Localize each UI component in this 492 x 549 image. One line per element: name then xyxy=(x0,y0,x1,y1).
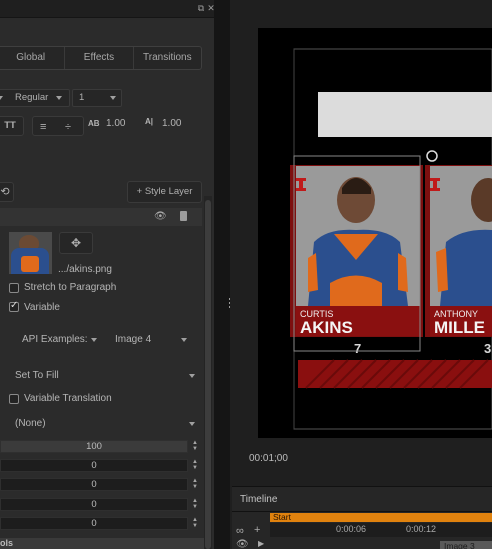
text-transform-value: TT xyxy=(4,120,16,131)
leading-value[interactable]: 1.00 xyxy=(162,118,181,130)
translation-select-value[interactable]: (None) xyxy=(15,418,46,430)
api-examples-label: API Examples: xyxy=(22,334,88,345)
move-icon[interactable]: ✥ xyxy=(59,232,93,254)
player1-number: 7 xyxy=(354,341,361,356)
player2-number: 3 xyxy=(484,341,491,356)
checkmark-icon: ✓ xyxy=(10,300,19,311)
link-icon[interactable]: ∞ xyxy=(236,525,244,537)
timeline-panel: Timeline Start ∞ + 0:00:06 0:00:12 👁 ▶ I… xyxy=(232,486,492,549)
player2-last-name: MILLE xyxy=(434,318,485,337)
timeline-title: Timeline xyxy=(240,494,278,505)
ruler-tick: 0:00:06 xyxy=(336,524,367,534)
chevron-down-icon xyxy=(56,96,62,100)
chevron-down-icon xyxy=(0,96,3,100)
chevron-down-icon[interactable] xyxy=(189,374,195,378)
image-thumbnail[interactable] xyxy=(9,232,52,274)
close-icon[interactable]: ✕ xyxy=(206,3,214,13)
tab-bar: Global Effects Transitions xyxy=(0,46,202,70)
tab-global[interactable]: Global xyxy=(0,47,66,69)
timeline-divider xyxy=(232,511,492,512)
numeric-field-3[interactable]: 0 xyxy=(0,498,188,511)
add-style-layer-label: + Style Layer xyxy=(136,186,193,197)
ruler-tick: 0:00:12 xyxy=(406,524,437,534)
maximize-icon[interactable]: ⧉ xyxy=(196,3,206,13)
variable-translation-label: Variable Translation xyxy=(24,393,112,404)
api-image-value[interactable]: Image 4 xyxy=(115,334,151,346)
stretch-label: Stretch to Paragraph xyxy=(24,282,117,293)
timecode-display: 00:01;00 xyxy=(249,453,288,464)
title-bar-graphic xyxy=(318,92,492,137)
chevron-down-icon[interactable] xyxy=(189,422,195,426)
y-stepper[interactable]: ▲ ▼ xyxy=(191,478,199,491)
player1-last-name: AKINS xyxy=(300,318,353,337)
tracking-icon: AB xyxy=(88,119,100,128)
properties-panel: ⧉ ✕ Global Effects Transitions Regular 1… xyxy=(0,0,214,549)
font-size-value: 1 xyxy=(79,92,85,103)
scale-field[interactable]: 100 xyxy=(0,440,188,453)
scrollbar-thumb[interactable] xyxy=(205,200,211,549)
eye-icon[interactable]: 👁 xyxy=(154,211,167,222)
start-marker[interactable]: Start xyxy=(270,513,492,522)
chevron-down-icon[interactable] xyxy=(181,338,187,342)
align-left-icon[interactable]: ≡ xyxy=(40,119,46,135)
rotate-handle-icon xyxy=(426,150,438,162)
font-weight-value: Regular xyxy=(15,92,49,103)
scale-stepper[interactable]: ▲ ▼ xyxy=(191,440,199,453)
timeline-clip[interactable]: Image 3 xyxy=(440,541,492,549)
tab-effects[interactable]: Effects xyxy=(65,47,134,69)
panel-divider[interactable] xyxy=(214,0,230,549)
font-weight-select[interactable]: Regular xyxy=(0,89,70,107)
chevron-down-icon xyxy=(110,96,116,100)
variable-checkbox[interactable]: ✓ xyxy=(9,300,19,312)
x-field[interactable]: 0 xyxy=(0,459,188,472)
play-icon[interactable]: ▶ xyxy=(258,539,264,548)
x-stepper[interactable]: ▲ ▼ xyxy=(191,459,199,472)
section-label: ols xyxy=(0,538,14,548)
section-bar: ols xyxy=(0,538,204,549)
tracking-value[interactable]: 1.00 xyxy=(106,118,125,130)
field4-stepper[interactable]: ▲ ▼ xyxy=(191,517,199,530)
alignment-group[interactable]: ≡ ÷ xyxy=(32,116,84,136)
layer-header: 👁 xyxy=(0,208,202,226)
field3-stepper[interactable]: ▲ ▼ xyxy=(191,498,199,511)
fill-mode-value[interactable]: Set To Fill xyxy=(15,370,59,382)
variable-label: Variable xyxy=(24,302,60,313)
graphic-preview: CURTIS AKINS 7 ANTHONY MILLE 3 xyxy=(290,48,492,430)
undo-icon[interactable]: ⟲ xyxy=(0,182,14,202)
font-size-select[interactable]: 1 xyxy=(72,89,122,107)
add-style-layer-button[interactable]: + Style Layer xyxy=(127,181,202,203)
trash-icon[interactable] xyxy=(180,211,187,221)
preview-canvas[interactable]: CURTIS AKINS 7 ANTHONY MILLE 3 xyxy=(258,28,492,438)
panel-header: ⧉ ✕ xyxy=(0,0,214,18)
image-filename: .../akins.png xyxy=(58,264,112,275)
timeline-ruler[interactable]: 0:00:06 0:00:12 xyxy=(270,523,492,537)
clip-label: Image 3 xyxy=(444,541,475,549)
stretch-checkbox[interactable] xyxy=(9,283,19,293)
start-label: Start xyxy=(273,512,291,522)
text-transform-button[interactable]: TT xyxy=(0,116,24,136)
add-icon[interactable]: + xyxy=(254,524,260,536)
vertical-align-icon[interactable]: ÷ xyxy=(65,119,71,135)
numeric-field-4[interactable]: 0 xyxy=(0,517,188,530)
chevron-down-icon[interactable] xyxy=(91,338,97,342)
tab-transitions[interactable]: Transitions xyxy=(134,47,201,69)
leading-icon: A| xyxy=(145,117,154,126)
variable-translation-checkbox[interactable] xyxy=(9,394,19,404)
y-field[interactable]: 0 xyxy=(0,478,188,491)
eye-icon[interactable]: 👁 xyxy=(236,539,249,549)
